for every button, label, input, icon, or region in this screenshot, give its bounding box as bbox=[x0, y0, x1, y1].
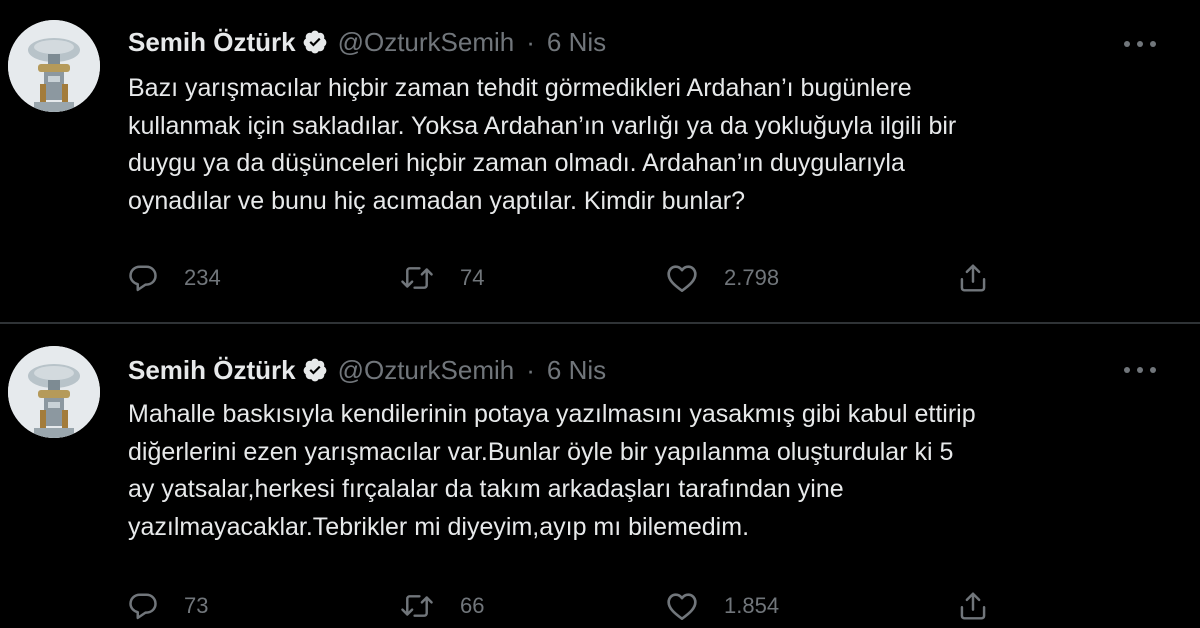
retweet-count: 74 bbox=[460, 265, 485, 290]
share-button[interactable] bbox=[958, 586, 988, 626]
more-icon bbox=[1124, 367, 1156, 373]
like-icon bbox=[667, 265, 697, 292]
tweet-text: Bazı yarışmacılar hiçbir zaman tehdit gö… bbox=[128, 70, 1028, 220]
avatar[interactable] bbox=[8, 346, 100, 438]
tweet[interactable]: Semih Öztürk @OzturkSemih · 6 Nis Bazı y… bbox=[0, 0, 1200, 322]
reply-count: 234 bbox=[184, 265, 221, 290]
display-name[interactable]: Semih Öztürk bbox=[128, 27, 296, 58]
tweet-text-line: ay yatsalar,herkesi fırçalalar da takım … bbox=[128, 475, 844, 503]
retweet-count: 66 bbox=[460, 593, 485, 618]
like-button[interactable]: 1.854 bbox=[666, 586, 779, 626]
reply-icon bbox=[129, 593, 157, 620]
more-icon bbox=[1124, 41, 1156, 47]
separator: · bbox=[526, 354, 535, 385]
share-icon bbox=[960, 264, 986, 292]
share-icon bbox=[960, 592, 986, 620]
retweet-icon bbox=[401, 595, 433, 617]
avatar[interactable] bbox=[8, 20, 100, 112]
handle[interactable]: @OzturkSemih bbox=[338, 27, 515, 58]
like-count: 2.798 bbox=[724, 265, 780, 290]
more-button[interactable] bbox=[1120, 32, 1160, 56]
verified-badge-icon bbox=[303, 358, 326, 382]
tweet-header: Semih Öztürk @OzturkSemih · 6 Nis bbox=[128, 350, 606, 390]
tweet-text-line: yazılmayacaklar.Tebrikler mi diyeyim,ayı… bbox=[128, 512, 750, 541]
avatar-image bbox=[8, 346, 100, 438]
retweet-button[interactable]: 66 bbox=[400, 586, 484, 626]
retweet-icon bbox=[401, 267, 433, 289]
display-name[interactable]: Semih Öztürk bbox=[128, 355, 296, 386]
timestamp[interactable]: 6 Nis bbox=[547, 27, 606, 58]
tweet-text-line: duygu ya da düşünceleri hiçbir zaman olm… bbox=[128, 149, 905, 177]
separator: · bbox=[526, 26, 535, 57]
tweet-text-line: Bazı yarışmacılar hiçbir zaman tehdit gö… bbox=[128, 74, 912, 102]
verified-badge-icon bbox=[303, 30, 326, 54]
reply-count: 73 bbox=[184, 593, 209, 618]
timestamp[interactable]: 6 Nis bbox=[547, 355, 606, 386]
tweet-text-line: diğerlerini ezen yarışmacılar var.Bunlar… bbox=[128, 437, 954, 466]
reply-button[interactable]: 73 bbox=[128, 586, 208, 626]
like-icon bbox=[667, 593, 697, 621]
reply-icon bbox=[129, 265, 157, 292]
reply-button[interactable]: 234 bbox=[128, 258, 221, 298]
like-count: 1.854 bbox=[724, 593, 780, 618]
like-button[interactable]: 2.798 bbox=[666, 258, 779, 298]
tweet-text-line: kullanmak için sakladılar. Yoksa Ardahan… bbox=[128, 111, 957, 140]
share-button[interactable] bbox=[958, 258, 988, 298]
more-button[interactable] bbox=[1120, 358, 1160, 382]
tweet-actions: 73 66 1.854 bbox=[128, 586, 1008, 626]
tweet[interactable]: Semih Öztürk @OzturkSemih · 6 Nis Mahall… bbox=[0, 324, 1200, 628]
tweet-actions: 234 74 2.798 bbox=[128, 258, 1008, 298]
handle[interactable]: @OzturkSemih bbox=[338, 355, 515, 386]
tweet-text: Mahalle baskısıyla kendilerinin potaya y… bbox=[128, 396, 1028, 546]
tweet-header: Semih Öztürk @OzturkSemih · 6 Nis bbox=[128, 22, 606, 62]
avatar-image bbox=[8, 20, 100, 112]
tweet-text-line: Mahalle baskısıyla kendilerinin potaya y… bbox=[128, 400, 976, 428]
tweet-text-line: oynadılar ve bunu hiç acımadan yaptılar.… bbox=[128, 186, 746, 215]
retweet-button[interactable]: 74 bbox=[400, 258, 484, 298]
